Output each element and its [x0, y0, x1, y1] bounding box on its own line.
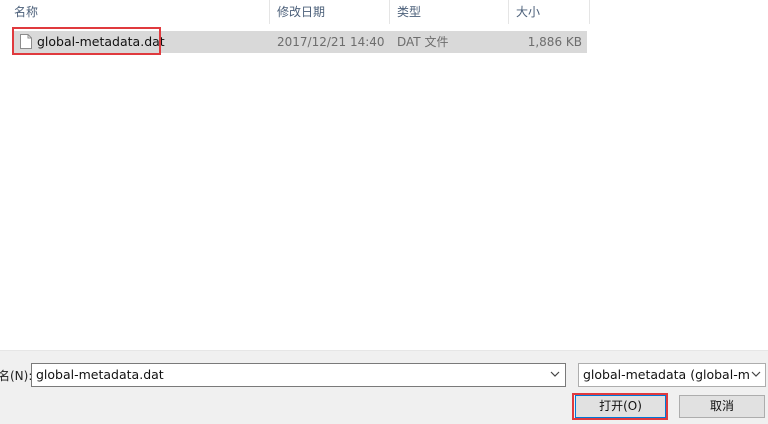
- column-header-row: 名称 ^ 修改日期 类型 大小: [0, 0, 590, 24]
- file-list-area[interactable]: 名称 ^ 修改日期 类型 大小 global-metadata.dat 2017…: [0, 0, 768, 350]
- file-type: DAT 文件: [397, 35, 449, 49]
- column-separator[interactable]: [269, 0, 270, 24]
- file-type-filter-text: global-metadata (global-me: [583, 367, 758, 382]
- column-header-type[interactable]: 类型: [397, 0, 421, 24]
- column-header-name[interactable]: 名称: [14, 0, 38, 24]
- column-header-size[interactable]: 大小: [516, 0, 540, 24]
- filename-input-text: global-metadata.dat: [36, 367, 164, 382]
- column-separator[interactable]: [589, 0, 590, 24]
- filename-input[interactable]: global-metadata.dat: [31, 363, 566, 387]
- chevron-down-icon[interactable]: [549, 367, 561, 381]
- filename-label: 名(N):: [0, 369, 33, 383]
- file-size: 1,886 KB: [527, 35, 582, 49]
- sort-caret-icon: ^: [136, 0, 144, 5]
- column-separator[interactable]: [389, 0, 390, 24]
- file-type-filter-select[interactable]: global-metadata (global-me: [578, 363, 766, 387]
- annotation-highlight-file: [12, 27, 161, 55]
- column-header-date-modified[interactable]: 修改日期: [277, 0, 325, 24]
- chevron-down-icon[interactable]: [750, 367, 762, 381]
- file-date-modified: 2017/12/21 14:40: [277, 35, 385, 49]
- column-separator[interactable]: [508, 0, 509, 24]
- cancel-button[interactable]: 取消: [679, 395, 765, 418]
- annotation-highlight-open: [572, 393, 668, 420]
